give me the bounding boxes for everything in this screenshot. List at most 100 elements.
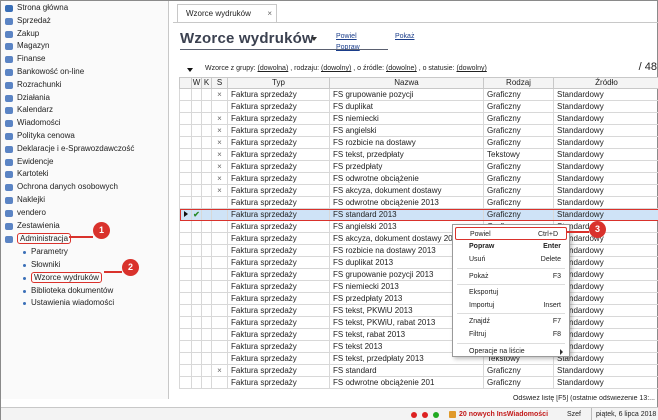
- cell-w[interactable]: [191, 184, 202, 197]
- cell-w[interactable]: [191, 172, 202, 185]
- table-row[interactable]: Faktura sprzedaży FS odwrotne obciążenie …: [179, 376, 658, 389]
- cell-w[interactable]: [191, 196, 202, 209]
- table-row[interactable]: Faktura sprzedażyFS przedpłaty 2013Grafi…: [179, 292, 658, 305]
- sidebar-subitem[interactable]: Biblioteka dokumentów: [1, 285, 168, 298]
- table-row[interactable]: × Faktura sprzedaży FS odwrotne obciążenie…: [179, 172, 658, 185]
- sidebar-item[interactable]: Ochrona danych osobowych: [1, 181, 168, 194]
- table-row[interactable]: Faktura sprzedażyFS niemiecki 2013Grafic…: [179, 280, 658, 293]
- sidebar-item[interactable]: Działania: [1, 92, 168, 105]
- col-header-nazwa[interactable]: Nazwa: [329, 77, 484, 89]
- cell-s[interactable]: [211, 280, 228, 293]
- sidebar-item[interactable]: Bankowość on-line: [1, 66, 168, 79]
- col-header-rodzaj[interactable]: Rodzaj: [483, 77, 554, 89]
- cell-w[interactable]: [191, 364, 202, 377]
- cell-k[interactable]: [201, 112, 212, 125]
- table-row[interactable]: Faktura sprzedażyFS duplikat 2013Graficz…: [179, 256, 658, 269]
- cell-w[interactable]: [191, 328, 202, 341]
- table-row[interactable]: × Faktura sprzedaży FS rozbicie na dostawy…: [179, 136, 658, 149]
- sidebar-item[interactable]: Kartoteki: [1, 168, 168, 181]
- cell-s[interactable]: [211, 292, 228, 305]
- cell-k[interactable]: [201, 328, 212, 341]
- menu-item-eksportuj[interactable]: Eksportuj: [453, 286, 569, 299]
- cell-s[interactable]: [211, 304, 228, 317]
- cell-k[interactable]: [201, 148, 212, 161]
- cell-s[interactable]: [211, 208, 228, 221]
- sidebar-item[interactable]: Zakup: [1, 28, 168, 41]
- cell-k[interactable]: [201, 352, 212, 365]
- cell-w[interactable]: [191, 376, 202, 389]
- menu-item-popraw[interactable]: Popraw Enter: [453, 240, 569, 253]
- cell-s[interactable]: [211, 196, 228, 209]
- table-row[interactable]: × Faktura sprzedaży FS przedpłaty Graficzny…: [179, 160, 658, 173]
- table-row[interactable]: Faktura sprzedaży FS odwrotne obciążenie …: [179, 196, 658, 209]
- menu-item-importuj[interactable]: Importuj Insert: [453, 299, 569, 312]
- sidebar-item[interactable]: Strona główna: [1, 2, 168, 15]
- cell-k[interactable]: [201, 292, 212, 305]
- sidebar-item[interactable]: vendero: [1, 207, 168, 220]
- chevron-down-icon[interactable]: [311, 37, 317, 41]
- notifications-link[interactable]: 20 nowych InsWiadomości: [459, 408, 548, 420]
- cell-s[interactable]: ×: [211, 136, 228, 149]
- sidebar-subitem[interactable]: Wzorce wydruków: [1, 271, 168, 285]
- menu-item-operacje-na-liście[interactable]: Operacje na liście: [453, 345, 569, 358]
- cell-k[interactable]: [201, 304, 212, 317]
- cell-w[interactable]: [191, 304, 202, 317]
- cell-w[interactable]: [191, 268, 202, 281]
- cell-k[interactable]: [201, 172, 212, 185]
- cell-s[interactable]: ×: [211, 184, 228, 197]
- sidebar-item[interactable]: Naklejki: [1, 194, 168, 207]
- cell-k[interactable]: [201, 208, 212, 221]
- menu-item-filtruj[interactable]: Filtruj F8: [453, 328, 569, 341]
- cell-k[interactable]: [201, 184, 212, 197]
- cell-w[interactable]: [191, 160, 202, 173]
- col-header-w[interactable]: W: [191, 77, 202, 89]
- pokaz-link[interactable]: Pokaż: [395, 33, 414, 40]
- cell-s[interactable]: [211, 100, 228, 113]
- cell-w[interactable]: [191, 316, 202, 329]
- cell-s[interactable]: [211, 244, 228, 257]
- cell-k[interactable]: [201, 100, 212, 113]
- table-row[interactable]: Faktura sprzedażyFS tekst 2013TekstowySt…: [179, 340, 658, 353]
- table-row[interactable]: × Faktura sprzedaży FS akcyza, dokument do…: [179, 184, 658, 197]
- cell-w[interactable]: ✔: [191, 208, 202, 221]
- cell-s[interactable]: ×: [211, 364, 228, 377]
- sidebar-subitem[interactable]: Słowniki: [1, 259, 168, 272]
- cell-k[interactable]: [201, 136, 212, 149]
- menu-item-powiel[interactable]: Powiel Ctrl+D: [455, 227, 567, 241]
- cell-s[interactable]: ×: [211, 160, 228, 173]
- sidebar-item[interactable]: Zestawienia: [1, 220, 168, 233]
- col-header-k[interactable]: K: [201, 77, 212, 89]
- page-title[interactable]: Wzorce wydruków: [180, 30, 314, 47]
- cell-w[interactable]: [191, 340, 202, 353]
- table-row[interactable]: Faktura sprzedażyFS tekst, rabat 2013Tek…: [179, 328, 658, 341]
- cell-s[interactable]: [211, 340, 228, 353]
- cell-s[interactable]: ×: [211, 148, 228, 161]
- cell-s[interactable]: [211, 316, 228, 329]
- filter-kind-select[interactable]: (dowolny): [321, 65, 351, 72]
- cell-k[interactable]: [201, 244, 212, 257]
- cell-k[interactable]: [201, 340, 212, 353]
- table-row[interactable]: × Faktura sprzedaży FS niemiecki Graficzny S…: [179, 112, 658, 125]
- cell-w[interactable]: [191, 136, 202, 149]
- cell-s[interactable]: [211, 232, 228, 245]
- cell-k[interactable]: [201, 280, 212, 293]
- menu-item-znajdź[interactable]: Znajdź F7: [453, 315, 569, 328]
- table-row[interactable]: Faktura sprzedażyFS tekst, PKWiU 2013Tek…: [179, 304, 658, 317]
- cell-s[interactable]: [211, 268, 228, 281]
- cell-s[interactable]: ×: [211, 112, 228, 125]
- sidebar-subitem[interactable]: Parametry: [1, 246, 168, 259]
- menu-item-usuń[interactable]: Usuń Delete: [453, 253, 569, 266]
- col-header-typ[interactable]: Typ: [227, 77, 330, 89]
- cell-k[interactable]: [201, 364, 212, 377]
- table-row[interactable]: × Faktura sprzedaży FS angielski Graficzny S…: [179, 124, 658, 137]
- menu-item-pokaż[interactable]: Pokaż F3: [453, 270, 569, 283]
- cell-k[interactable]: [201, 196, 212, 209]
- cell-k[interactable]: [201, 268, 212, 281]
- close-icon[interactable]: ×: [267, 5, 272, 22]
- cell-w[interactable]: [191, 352, 202, 365]
- cell-w[interactable]: [191, 124, 202, 137]
- cell-w[interactable]: [191, 292, 202, 305]
- filter-status-select[interactable]: (dowolny): [456, 65, 486, 72]
- cell-s[interactable]: [211, 256, 228, 269]
- cell-k[interactable]: [201, 220, 212, 233]
